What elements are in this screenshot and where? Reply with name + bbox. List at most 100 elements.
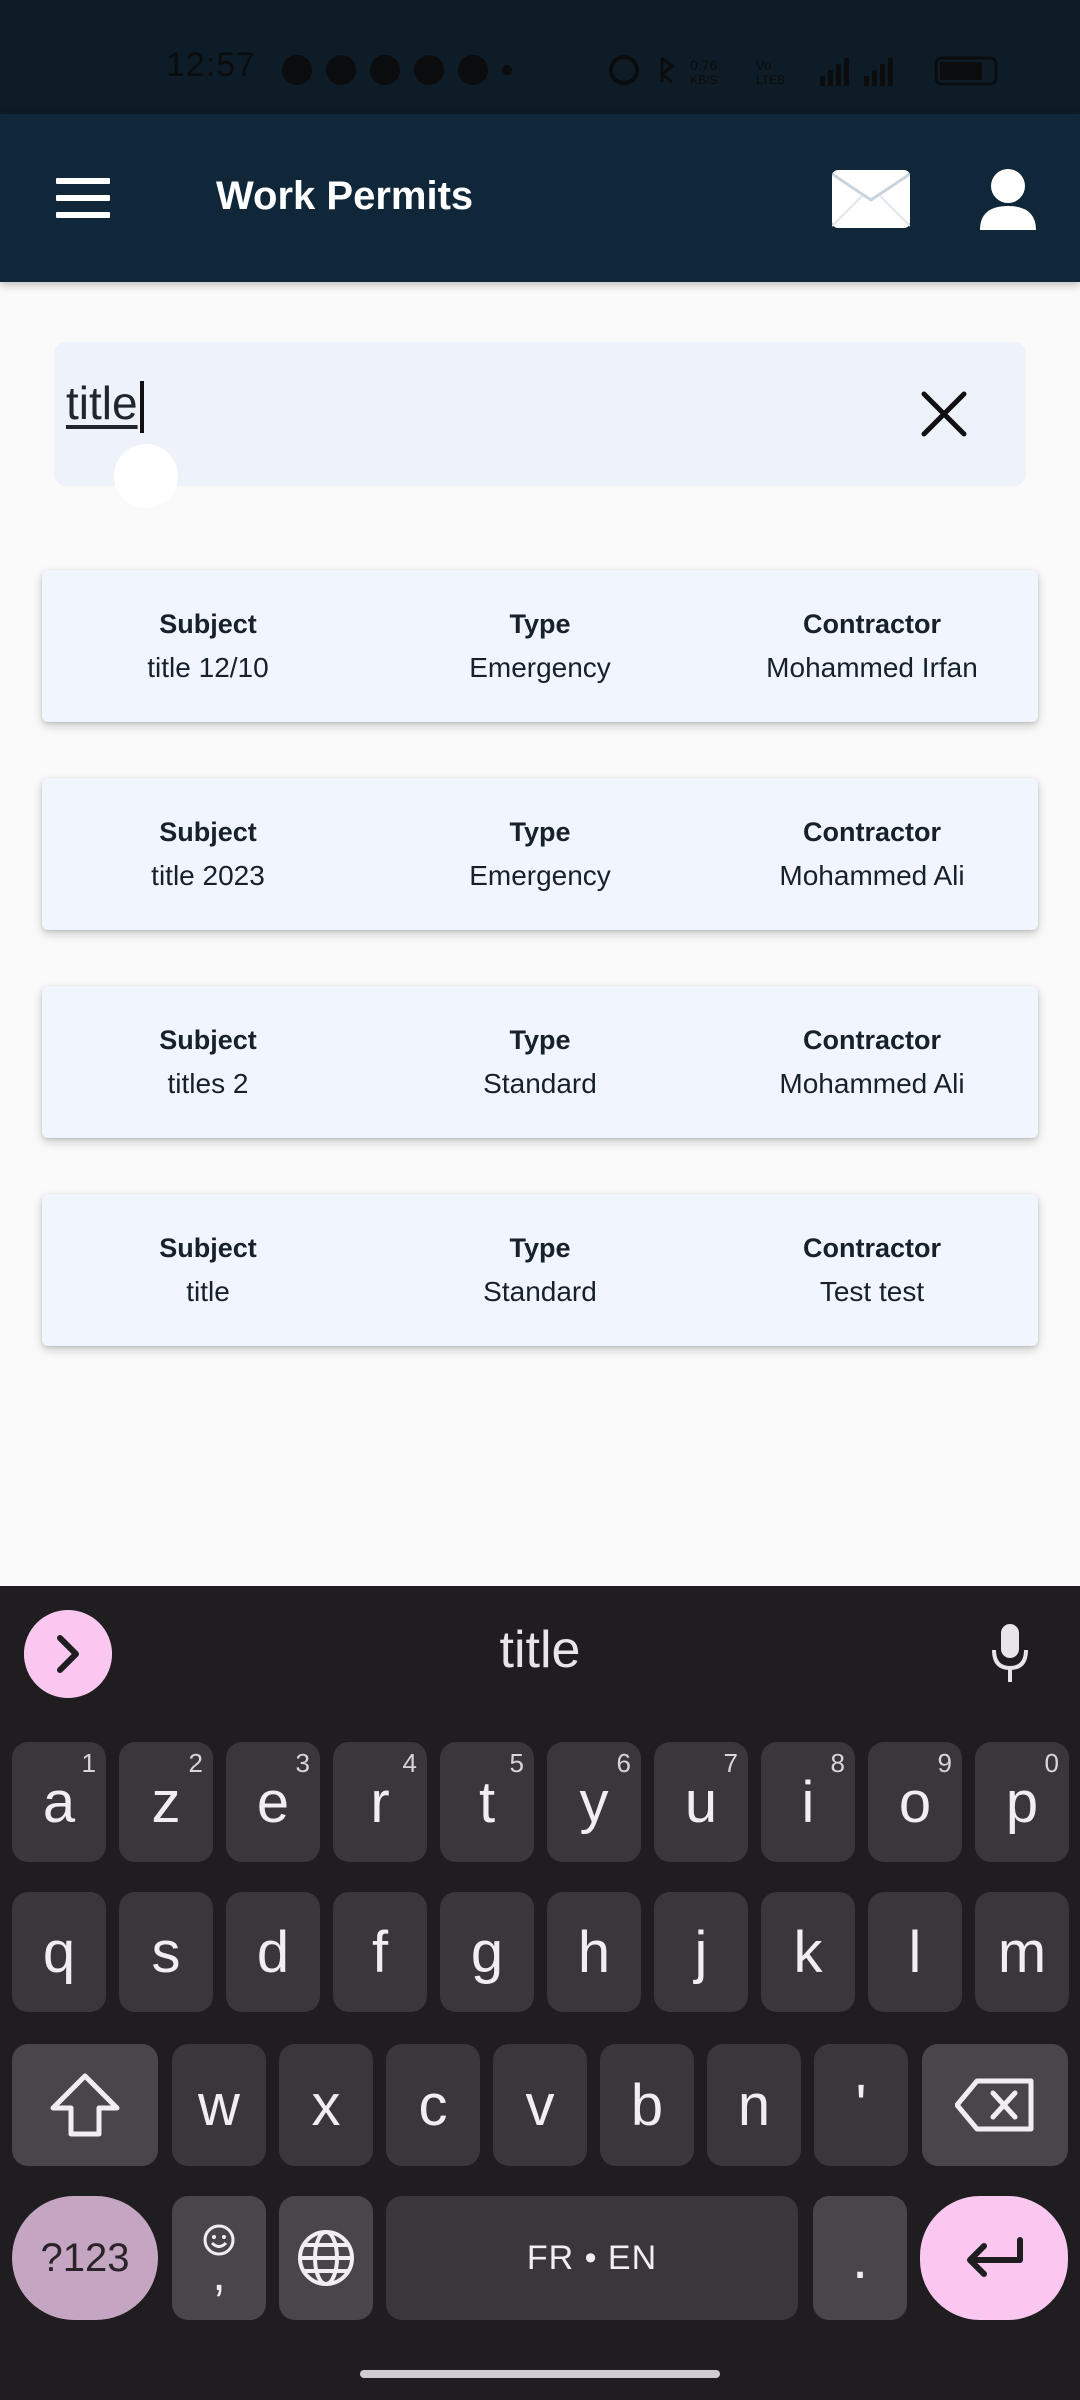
subject-column: Subject title 12/10 bbox=[42, 570, 374, 722]
backspace-key[interactable] bbox=[922, 2044, 1068, 2166]
key-r[interactable]: r4 bbox=[333, 1742, 427, 1862]
key-h[interactable]: h bbox=[547, 1892, 641, 2012]
key-letter: t bbox=[478, 1769, 496, 1835]
subject-column: Subject titles 2 bbox=[42, 986, 374, 1138]
key-c[interactable]: c bbox=[386, 2044, 480, 2166]
search-input[interactable]: title bbox=[66, 376, 144, 433]
type-label: Type bbox=[509, 608, 571, 639]
key-letter: u bbox=[684, 1769, 718, 1835]
contractor-value: Mohammed Ali bbox=[779, 859, 965, 891]
subject-value: title 12/10 bbox=[147, 651, 269, 683]
key-m[interactable]: m bbox=[975, 1892, 1069, 2012]
key-f[interactable]: f bbox=[333, 1892, 427, 2012]
microphone-icon[interactable] bbox=[990, 1622, 1030, 1686]
type-value: Standard bbox=[483, 1275, 597, 1307]
emoji-comma-key[interactable]: , bbox=[172, 2196, 266, 2320]
type-column: Type Standard bbox=[374, 986, 706, 1138]
svg-text:0.76: 0.76 bbox=[690, 57, 717, 73]
key-s[interactable]: s bbox=[119, 1892, 213, 2012]
key-letter: a bbox=[42, 1769, 76, 1835]
key-letter: i bbox=[801, 1769, 815, 1835]
contractor-label: Contractor bbox=[802, 1232, 941, 1263]
key-u[interactable]: u7 bbox=[654, 1742, 748, 1862]
search-field[interactable]: title bbox=[54, 342, 1026, 486]
subject-label: Subject bbox=[159, 1024, 257, 1055]
status-icons bbox=[282, 50, 512, 90]
text-selection-handle[interactable] bbox=[114, 444, 178, 508]
key-w[interactable]: w bbox=[172, 2044, 266, 2166]
search-input-text: title bbox=[66, 377, 138, 429]
enter-key[interactable] bbox=[920, 2196, 1068, 2320]
key-q[interactable]: q bbox=[12, 1892, 106, 2012]
backspace-icon bbox=[955, 2078, 1034, 2132]
type-column: Type Emergency bbox=[374, 570, 706, 722]
permit-card[interactable]: Subject title 2023 Type Emergency Contract… bbox=[42, 778, 1038, 930]
more-notifications-icon bbox=[502, 65, 512, 75]
space-key[interactable]: FR • EN bbox=[386, 2196, 798, 2320]
key-z[interactable]: z2 bbox=[119, 1742, 213, 1862]
key-hint: 9 bbox=[937, 1748, 952, 1778]
key-hint: 8 bbox=[830, 1748, 845, 1778]
key-j[interactable]: j bbox=[654, 1892, 748, 2012]
key-x[interactable]: x bbox=[279, 2044, 373, 2166]
permit-card[interactable]: Subject titles 2 Type Standard Contractor M… bbox=[42, 986, 1038, 1138]
key-l[interactable]: l bbox=[868, 1892, 962, 2012]
key-v[interactable]: v bbox=[493, 2044, 587, 2166]
youtube-icon bbox=[414, 55, 444, 85]
key-e[interactable]: e3 bbox=[226, 1742, 320, 1862]
key-d[interactable]: d bbox=[226, 1892, 320, 2012]
language-key[interactable] bbox=[279, 2196, 373, 2320]
key-hint: 3 bbox=[295, 1748, 310, 1778]
symbols-key[interactable]: ?123 bbox=[12, 2196, 158, 2320]
shift-key[interactable] bbox=[12, 2044, 158, 2166]
permit-card[interactable]: Subject title 12/10 Type Emergency Contrac… bbox=[42, 570, 1038, 722]
subject-column: Subject title 2023 bbox=[42, 778, 374, 930]
key-hint: 7 bbox=[723, 1748, 738, 1778]
subject-column: Subject title bbox=[42, 1194, 374, 1346]
text-cursor bbox=[139, 380, 144, 433]
chat-icon bbox=[370, 55, 400, 85]
comma-label: , bbox=[212, 2248, 226, 2301]
key-b[interactable]: b bbox=[600, 2044, 694, 2166]
key-t[interactable]: t5 bbox=[440, 1742, 534, 1862]
key-o[interactable]: o9 bbox=[868, 1742, 962, 1862]
contractor-column: Contractor Mohammed Irfan bbox=[706, 570, 1038, 722]
key-letter: y bbox=[579, 1769, 609, 1835]
key-hint: 4 bbox=[402, 1748, 417, 1778]
key-k[interactable]: k bbox=[761, 1892, 855, 2012]
svg-text:LTEB: LTEB bbox=[756, 73, 785, 87]
key-a[interactable]: a1 bbox=[12, 1742, 106, 1862]
gesture-navigation-bar[interactable] bbox=[360, 2370, 720, 2378]
clear-search-button[interactable] bbox=[916, 386, 972, 442]
key-hint: 5 bbox=[509, 1748, 524, 1778]
key-g[interactable]: g bbox=[440, 1892, 534, 2012]
status-bar: 12:57 0.76 KB/S Vo LTEB bbox=[0, 0, 1080, 114]
contractor-label: Contractor bbox=[802, 1024, 941, 1055]
contractor-column: Contractor Mohammed Ali bbox=[706, 778, 1038, 930]
subject-value: titles 2 bbox=[167, 1067, 249, 1099]
subject-label: Subject bbox=[159, 608, 257, 639]
shift-icon bbox=[50, 2073, 120, 2137]
type-label: Type bbox=[509, 1024, 571, 1055]
svg-text:KB/S: KB/S bbox=[690, 73, 717, 87]
key-hint: 6 bbox=[616, 1748, 631, 1778]
key-letter: o bbox=[898, 1769, 932, 1835]
key-y[interactable]: y6 bbox=[547, 1742, 641, 1862]
key-i[interactable]: i8 bbox=[761, 1742, 855, 1862]
type-value: Standard bbox=[483, 1067, 597, 1099]
key-p[interactable]: p0 bbox=[975, 1742, 1069, 1862]
contractor-column: Contractor Mohammed Ali bbox=[706, 986, 1038, 1138]
profile-icon[interactable] bbox=[978, 168, 1038, 230]
svg-text:Vo: Vo bbox=[756, 58, 771, 73]
permit-card[interactable]: Subject title Type Standard Contractor Test… bbox=[42, 1194, 1038, 1346]
key-letter: r bbox=[370, 1769, 390, 1835]
period-key[interactable]: . bbox=[813, 2196, 907, 2320]
contractor-value: Mohammed Irfan bbox=[766, 651, 978, 683]
mail-icon[interactable] bbox=[832, 170, 910, 228]
suggestion-word[interactable]: title bbox=[0, 1620, 1080, 1680]
menu-icon[interactable] bbox=[56, 178, 110, 218]
key-apostrophe[interactable]: ' bbox=[814, 2044, 908, 2166]
pinterest-icon bbox=[458, 55, 488, 85]
subject-label: Subject bbox=[159, 1232, 257, 1263]
key-n[interactable]: n bbox=[707, 2044, 801, 2166]
